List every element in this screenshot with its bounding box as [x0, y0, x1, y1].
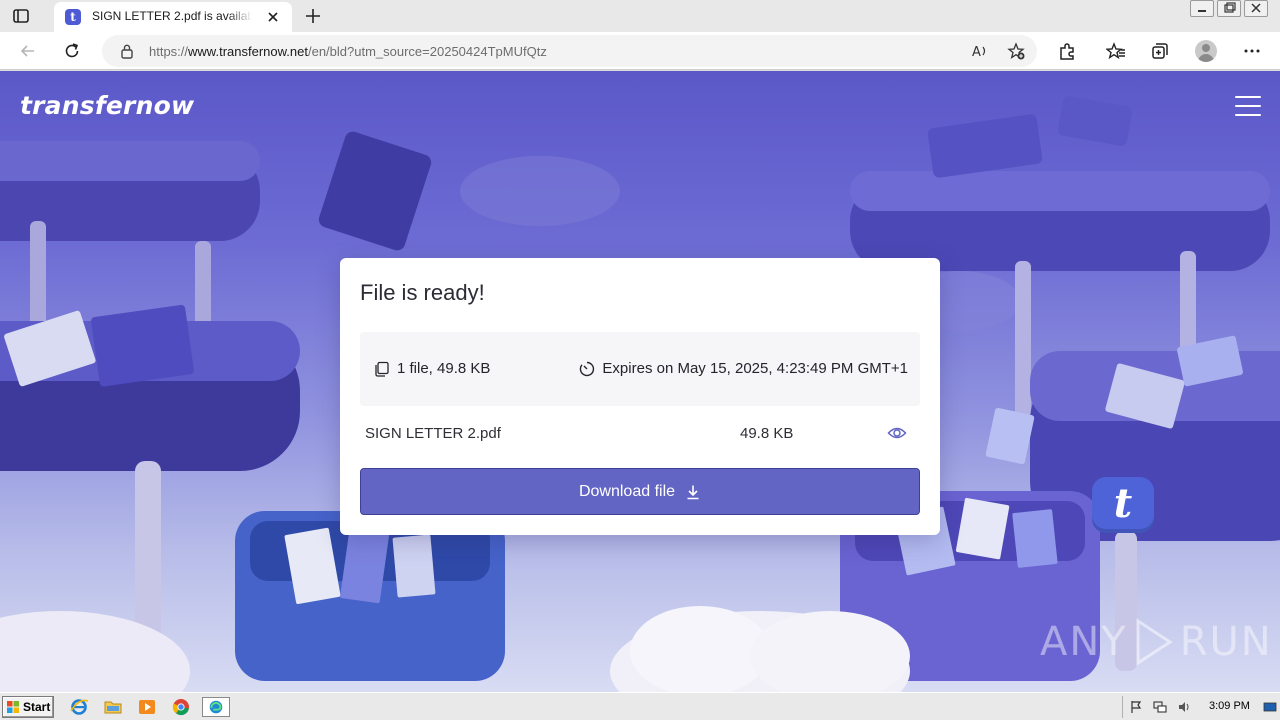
file-ready-card: File is ready! 1 file, 49.8 KB Expires o… [340, 258, 940, 535]
chrome-icon[interactable] [170, 697, 192, 717]
file-count-summary: 1 file, 49.8 KB [374, 360, 490, 377]
restore-button[interactable] [1217, 0, 1241, 17]
transfernow-page: transfernow File is ready! 1 file, 49.8 … [0, 71, 1280, 692]
media-player-icon[interactable] [136, 697, 158, 717]
new-tab-icon[interactable] [302, 5, 324, 27]
windows-taskbar: Start 3:09 PM [0, 692, 1280, 720]
anyrun-watermark: ANY RUN [1040, 617, 1273, 667]
read-aloud-icon[interactable]: A [971, 42, 989, 60]
start-button[interactable]: Start [2, 696, 54, 718]
back-arrow-icon[interactable] [18, 41, 38, 61]
collections-icon[interactable] [1150, 41, 1170, 61]
url-text[interactable]: https://www.transfernow.net/en/bld?utm_s… [149, 44, 547, 59]
watermark-play-icon [1136, 618, 1173, 666]
transfernow-favicon-icon: t [65, 9, 81, 25]
close-tab-icon[interactable] [264, 8, 282, 26]
watermark-right-text: RUN [1179, 619, 1273, 665]
expiry-text: Expires on May 15, 2025, 4:23:49 PM GMT+… [602, 360, 908, 377]
timer-icon [580, 361, 595, 376]
transfernow-t-badge-icon: t [1092, 477, 1154, 533]
browser-tab-strip: t SIGN LETTER 2.pdf is available f [0, 0, 1280, 32]
file-count-text: 1 file, 49.8 KB [397, 360, 491, 377]
folder-icon[interactable] [102, 697, 124, 717]
internet-explorer-icon[interactable] [68, 697, 90, 717]
browser-toolbar: https://www.transfernow.net/en/bld?utm_s… [0, 32, 1280, 70]
address-bar[interactable]: https://www.transfernow.net/en/bld?utm_s… [102, 35, 1037, 67]
download-file-button[interactable]: Download file [360, 468, 920, 515]
transfernow-logo[interactable]: transfernow [20, 91, 194, 120]
file-name: SIGN LETTER 2.pdf [365, 425, 501, 442]
system-tray: 3:09 PM [1122, 696, 1278, 718]
refresh-icon[interactable] [62, 41, 82, 61]
expiry-summary: Expires on May 15, 2025, 4:23:49 PM GMT+… [579, 360, 908, 377]
file-row: SIGN LETTER 2.pdf 49.8 KB [360, 418, 920, 448]
svg-text:A: A [972, 45, 981, 60]
add-favorite-icon[interactable] [1007, 42, 1025, 60]
minimize-button[interactable] [1190, 0, 1214, 17]
tab-actions-icon[interactable] [12, 7, 30, 25]
show-desktop-icon[interactable] [1263, 700, 1277, 714]
action-center-flag-icon[interactable] [1129, 700, 1143, 714]
favorites-icon[interactable] [1106, 41, 1126, 61]
edge-icon[interactable] [202, 697, 230, 717]
watermark-left-text: ANY [1040, 619, 1128, 665]
tab-title: SIGN LETTER 2.pdf is available f [92, 9, 252, 23]
download-arrow-icon [687, 485, 699, 499]
start-label: Start [23, 700, 51, 714]
extensions-icon[interactable] [1057, 41, 1077, 61]
hamburger-menu-icon[interactable] [1235, 96, 1261, 118]
windows-flag-icon [7, 701, 19, 713]
close-window-button[interactable] [1244, 0, 1268, 17]
file-size: 49.8 KB [740, 425, 794, 442]
preview-eye-icon[interactable] [887, 425, 907, 441]
transfer-summary: 1 file, 49.8 KB Expires on May 15, 2025,… [360, 332, 920, 406]
profile-avatar-icon[interactable] [1195, 40, 1217, 62]
lock-icon[interactable] [120, 43, 134, 59]
browser-tab[interactable]: t SIGN LETTER 2.pdf is available f [54, 2, 292, 32]
files-icon [375, 361, 389, 377]
network-icon[interactable] [1153, 700, 1167, 714]
volume-icon[interactable] [1177, 700, 1191, 714]
card-title: File is ready! [360, 280, 485, 305]
taskbar-clock[interactable]: 3:09 PM [1209, 700, 1250, 712]
window-controls [1187, 0, 1268, 18]
more-menu-icon[interactable] [1242, 41, 1262, 61]
download-button-label: Download file [578, 482, 676, 500]
